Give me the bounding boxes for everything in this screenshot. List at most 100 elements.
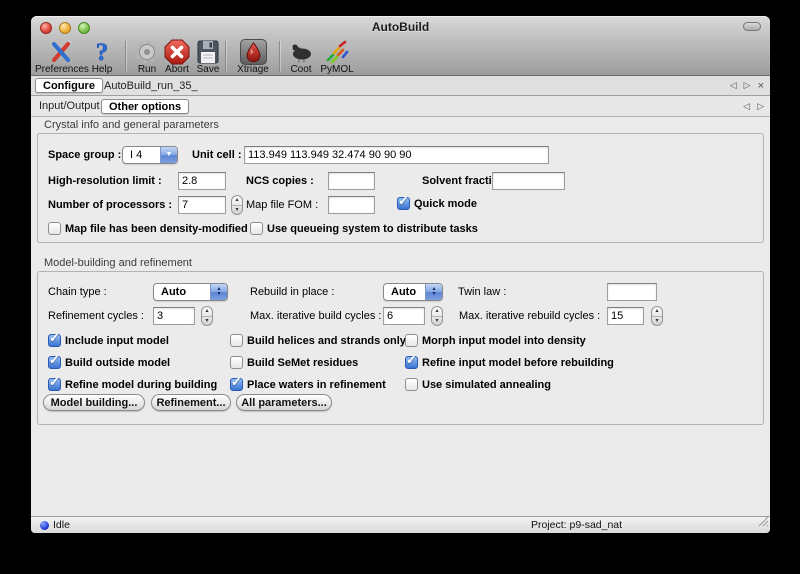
simulated-annealing-checkbox[interactable]: ✓ bbox=[405, 378, 418, 391]
build-helices-label: Build helices and strands only bbox=[247, 333, 406, 349]
pymol-button[interactable]: PyMOL bbox=[316, 39, 358, 75]
rebuild-in-place-select[interactable]: Auto ▴▾ bbox=[383, 283, 443, 301]
map-fom-input[interactable] bbox=[328, 196, 375, 214]
preferences-icon bbox=[35, 39, 87, 65]
help-button[interactable]: ? Help bbox=[82, 39, 122, 75]
high-res-label: High-resolution limit : bbox=[48, 172, 162, 190]
window-title: AutoBuild bbox=[31, 16, 770, 38]
model-group-title: Model-building and refinement bbox=[44, 257, 192, 269]
help-icon: ? bbox=[82, 39, 122, 65]
unit-cell-label: Unit cell : bbox=[192, 146, 242, 164]
all-parameters-button[interactable]: All parameters... bbox=[236, 394, 332, 411]
sub-tab-bar: Input/Output Other options ◁ ▷ bbox=[31, 96, 770, 117]
space-group-select[interactable]: I 4 ▼ bbox=[122, 146, 178, 164]
coot-button[interactable]: Coot bbox=[283, 39, 319, 75]
simulated-annealing-label: Use simulated annealing bbox=[422, 377, 551, 393]
build-semet-checkbox[interactable]: ✓ bbox=[230, 356, 243, 369]
title-bar[interactable]: AutoBuild bbox=[31, 16, 770, 38]
max-rebuild-cycles-input[interactable] bbox=[607, 307, 644, 325]
subtab-next-icon[interactable]: ▷ bbox=[757, 101, 764, 112]
map-fom-label: Map file FOM : bbox=[246, 196, 318, 214]
save-button[interactable]: Save bbox=[188, 39, 228, 75]
svg-text:?: ? bbox=[96, 39, 109, 65]
chain-type-select[interactable]: Auto ▴▾ bbox=[153, 283, 228, 301]
resize-grip[interactable] bbox=[756, 514, 769, 532]
ncs-copies-input[interactable] bbox=[328, 172, 375, 190]
num-processors-label: Number of processors : bbox=[48, 196, 172, 214]
max-rebuild-cycles-stepper[interactable]: ▴▾ bbox=[651, 306, 663, 326]
density-modified-label: Map file has been density-modified bbox=[65, 221, 248, 237]
crystal-group-title: Crystal info and general parameters bbox=[44, 119, 219, 131]
queueing-checkbox[interactable]: ✓ bbox=[250, 222, 263, 235]
tab-other-options[interactable]: Other options bbox=[101, 99, 189, 114]
max-build-cycles-stepper[interactable]: ▴▾ bbox=[431, 306, 443, 326]
status-bar: Idle Project: p9-sad_nat bbox=[31, 516, 770, 533]
toolbar-separator bbox=[225, 41, 226, 72]
solvent-fraction-input[interactable] bbox=[492, 172, 565, 190]
pymol-icon bbox=[316, 39, 358, 65]
save-icon bbox=[188, 39, 228, 65]
status-indicator-icon bbox=[40, 521, 49, 530]
build-helices-checkbox[interactable]: ✓ bbox=[230, 334, 243, 347]
dropdown-arrow-icon: ▼ bbox=[160, 147, 177, 163]
tab-configure[interactable]: Configure bbox=[35, 78, 103, 93]
toolbar-toggle-button[interactable] bbox=[743, 22, 761, 31]
tab-next-icon[interactable]: ▷ bbox=[744, 80, 751, 91]
refinement-cycles-label: Refinement cycles : bbox=[48, 307, 144, 325]
project-label: Project: p9-sad_nat bbox=[531, 519, 622, 531]
rebuild-in-place-label: Rebuild in place : bbox=[250, 283, 334, 301]
tab-prev-icon[interactable]: ◁ bbox=[730, 80, 737, 91]
twin-law-label: Twin law : bbox=[458, 283, 506, 301]
refine-during-building-checkbox[interactable]: ✓ bbox=[48, 378, 61, 391]
coot-icon bbox=[283, 39, 319, 65]
refinement-cycles-input[interactable] bbox=[153, 307, 195, 325]
options-panel: Crystal info and general parameters Spac… bbox=[31, 117, 770, 516]
toolbar-separator bbox=[279, 41, 280, 72]
num-processors-input[interactable] bbox=[178, 196, 226, 214]
popup-arrows-icon: ▴▾ bbox=[425, 284, 442, 300]
tab-close-icon[interactable]: × bbox=[758, 80, 764, 92]
max-build-cycles-input[interactable] bbox=[383, 307, 425, 325]
document-tab-bar: Configure AutoBuild_run_35_ ◁ ▷ × bbox=[31, 76, 770, 96]
space-group-label: Space group : bbox=[48, 146, 121, 164]
refinement-button[interactable]: Refinement... bbox=[151, 394, 231, 411]
window-header: AutoBuild Preferences ? bbox=[31, 16, 770, 76]
ncs-copies-label: NCS copies : bbox=[246, 172, 314, 190]
xtriage-icon bbox=[231, 39, 275, 65]
xtriage-button[interactable]: Xtriage bbox=[231, 39, 275, 75]
include-input-model-checkbox[interactable]: ✓ bbox=[48, 334, 61, 347]
status-text: Idle bbox=[53, 519, 70, 531]
tab-autobuild-run[interactable]: AutoBuild_run_35_ bbox=[104, 79, 198, 94]
place-waters-checkbox[interactable]: ✓ bbox=[230, 378, 243, 391]
refine-before-rebuilding-checkbox[interactable]: ✓ bbox=[405, 356, 418, 369]
place-waters-label: Place waters in refinement bbox=[247, 377, 386, 393]
build-semet-label: Build SeMet residues bbox=[247, 355, 358, 371]
build-outside-model-checkbox[interactable]: ✓ bbox=[48, 356, 61, 369]
max-rebuild-cycles-label: Max. iterative rebuild cycles : bbox=[459, 307, 600, 325]
twin-law-input[interactable] bbox=[607, 283, 657, 301]
quick-mode-label: Quick mode bbox=[414, 196, 477, 212]
high-res-input[interactable] bbox=[178, 172, 226, 190]
num-processors-stepper[interactable]: ▴▾ bbox=[231, 195, 243, 215]
tab-input-output[interactable]: Input/Output bbox=[39, 99, 100, 114]
preferences-button[interactable]: Preferences bbox=[35, 39, 87, 75]
subtab-prev-icon[interactable]: ◁ bbox=[743, 101, 750, 112]
model-building-button[interactable]: Model building... bbox=[43, 394, 145, 411]
refine-during-building-label: Refine model during building bbox=[65, 377, 217, 393]
chain-type-label: Chain type : bbox=[48, 283, 107, 301]
density-modified-checkbox[interactable]: ✓ bbox=[48, 222, 61, 235]
morph-input-model-checkbox[interactable]: ✓ bbox=[405, 334, 418, 347]
morph-input-model-label: Morph input model into density bbox=[422, 333, 586, 349]
autobuild-window: AutoBuild Preferences ? bbox=[31, 16, 770, 533]
build-outside-model-label: Build outside model bbox=[65, 355, 170, 371]
toolbar: Preferences ? Help bbox=[31, 38, 770, 76]
queueing-label: Use queueing system to distribute tasks bbox=[267, 221, 478, 237]
checkmark-icon: ✓ bbox=[398, 193, 409, 209]
refinement-cycles-stepper[interactable]: ▴▾ bbox=[201, 306, 213, 326]
popup-arrows-icon: ▴▾ bbox=[210, 284, 227, 300]
max-build-cycles-label: Max. iterative build cycles : bbox=[250, 307, 381, 325]
include-input-model-label: Include input model bbox=[65, 333, 169, 349]
toolbar-separator bbox=[125, 41, 126, 72]
unit-cell-input[interactable] bbox=[244, 146, 549, 164]
quick-mode-checkbox[interactable]: ✓ bbox=[397, 197, 410, 210]
